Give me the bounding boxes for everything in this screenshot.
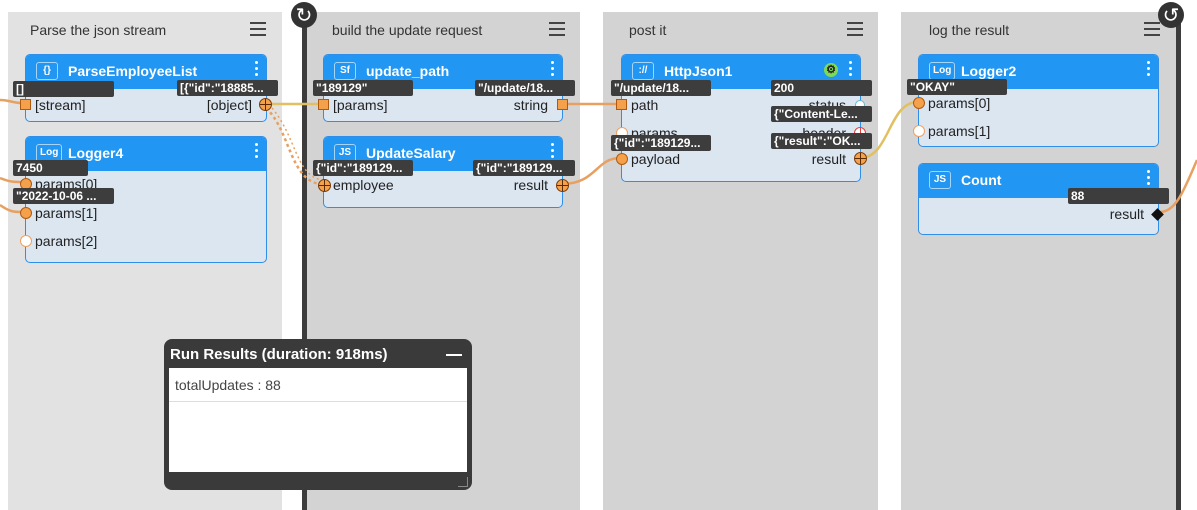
- loop-start-icon[interactable]: ↻: [291, 2, 317, 28]
- value-result: {"result":"OK...: [771, 133, 872, 149]
- run-results-panel[interactable]: Run Results (duration: 918ms) totalUpdat…: [164, 339, 472, 490]
- panel-title: post it: [629, 22, 667, 38]
- node-kebab-menu-icon[interactable]: [253, 61, 259, 79]
- port-label-employee: employee: [333, 177, 394, 193]
- node-title: ParseEmployeeList: [68, 63, 198, 79]
- node-title: HttpJson1: [664, 63, 733, 79]
- value-params0: 7450: [13, 160, 88, 176]
- value-header: {"Content-Le...: [771, 106, 872, 122]
- node-title: update_path: [366, 63, 450, 79]
- port-label-result: result: [1109, 206, 1144, 222]
- value-params0: "OKAY": [907, 79, 1007, 95]
- input-port-payload[interactable]: [616, 153, 628, 165]
- panel-title: log the result: [929, 22, 1010, 38]
- port-label-params2: params[2]: [35, 233, 98, 249]
- value-params: "189129": [313, 80, 413, 96]
- string-format-icon: Sf: [334, 62, 356, 80]
- node-kebab-menu-icon[interactable]: [847, 61, 853, 79]
- value-object: [{"id":"18885...: [177, 80, 278, 96]
- port-label-string: string: [513, 97, 548, 113]
- loop-end-icon[interactable]: ↺: [1158, 2, 1184, 28]
- input-port-params0[interactable]: [913, 97, 925, 109]
- panel-title: build the update request: [332, 22, 483, 38]
- port-label-result: result: [513, 177, 548, 193]
- input-port-params[interactable]: [318, 99, 329, 110]
- input-port-stream[interactable]: [20, 99, 31, 110]
- javascript-icon: JS: [929, 171, 951, 189]
- port-label-stream: [stream]: [35, 97, 86, 113]
- settings-gear-icon[interactable]: ⚙: [824, 63, 838, 77]
- input-port-params1[interactable]: [20, 207, 32, 219]
- value-stream: []: [13, 81, 114, 97]
- hamburger-menu-icon[interactable]: [549, 22, 565, 36]
- result-row: totalUpdates : 88: [169, 368, 467, 402]
- port-label-params1: params[1]: [928, 123, 991, 139]
- input-port-params2[interactable]: [20, 235, 32, 247]
- node-kebab-menu-icon[interactable]: [549, 143, 555, 161]
- hamburger-menu-icon[interactable]: [1144, 22, 1160, 36]
- port-label-params0: params[0]: [928, 95, 991, 111]
- value-employee: {"id":"189129...: [313, 160, 413, 176]
- input-port-path[interactable]: [616, 99, 627, 110]
- port-label-object: [object]: [206, 97, 252, 113]
- node-kebab-menu-icon[interactable]: [1145, 61, 1151, 79]
- value-result: {"id":"189129...: [473, 160, 575, 176]
- loop-divider-right[interactable]: [1176, 14, 1181, 510]
- node-logger2[interactable]: Log Logger2 params[0] params[1]: [913, 54, 1159, 147]
- node-title: Logger2: [961, 63, 1017, 79]
- node-title: UpdateSalary: [366, 145, 456, 161]
- resize-handle-icon[interactable]: [458, 477, 468, 487]
- node-kebab-menu-icon[interactable]: [1145, 170, 1151, 188]
- flow-canvas[interactable]: Parse the json stream build the update r…: [0, 0, 1197, 510]
- output-port-result[interactable]: [556, 179, 569, 192]
- minimize-icon[interactable]: [446, 354, 462, 356]
- hamburger-menu-icon[interactable]: [250, 22, 266, 36]
- port-label-result: result: [811, 151, 846, 167]
- value-params1: "2022-10-06 ...: [13, 188, 114, 204]
- node-kebab-menu-icon[interactable]: [549, 61, 555, 79]
- output-port-result[interactable]: [854, 152, 867, 165]
- value-string: "/update/18...: [475, 80, 575, 96]
- http-icon: ://: [632, 62, 654, 80]
- hamburger-menu-icon[interactable]: [847, 22, 863, 36]
- output-port-object[interactable]: [259, 98, 272, 111]
- port-label-params1: params[1]: [35, 205, 98, 221]
- output-port-string[interactable]: [557, 99, 568, 110]
- log-icon: Log: [929, 62, 956, 80]
- panel-title: Parse the json stream: [30, 22, 167, 38]
- run-results-title: Run Results (duration: 918ms): [170, 346, 388, 363]
- node-kebab-menu-icon[interactable]: [253, 143, 259, 161]
- node-title: Count: [961, 172, 1002, 188]
- value-result: 88: [1068, 188, 1169, 204]
- json-parse-icon: {}: [36, 62, 58, 80]
- value-path: "/update/18...: [611, 80, 711, 96]
- port-label-payload: payload: [631, 151, 681, 167]
- input-port-employee[interactable]: [318, 179, 331, 192]
- input-port-params1[interactable]: [913, 125, 925, 137]
- value-payload: {"id":"189129...: [611, 135, 711, 151]
- port-label-params: [params]: [333, 97, 388, 113]
- value-status: 200: [771, 80, 872, 96]
- run-results-body: totalUpdates : 88: [169, 368, 467, 472]
- node-title: Logger4: [68, 145, 124, 161]
- port-label-path: path: [631, 97, 659, 113]
